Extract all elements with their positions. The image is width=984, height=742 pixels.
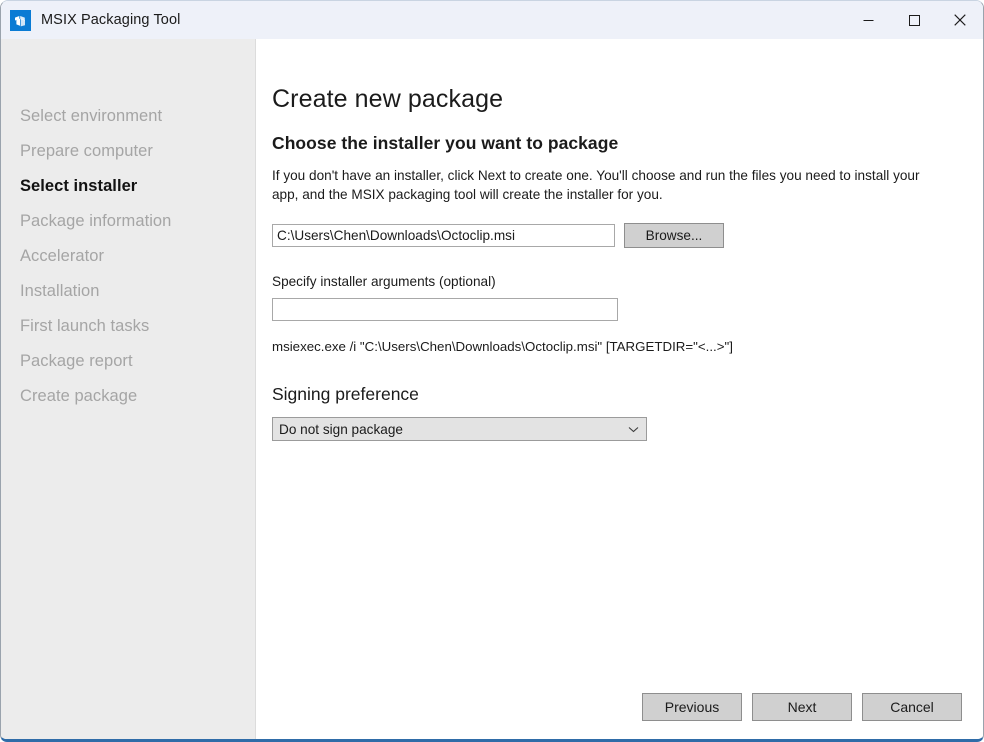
main-content: Create new package Choose the installer … bbox=[256, 39, 983, 739]
signing-preference-selected-value: Do not sign package bbox=[279, 421, 403, 437]
signing-preference-title: Signing preference bbox=[272, 384, 419, 404]
window-title: MSIX Packaging Tool bbox=[41, 12, 181, 28]
signing-preference-value-box[interactable]: Do not sign package bbox=[272, 417, 647, 441]
sidebar-item-select-environment[interactable]: Select environment bbox=[1, 99, 255, 134]
section-title: Choose the installer you want to package bbox=[272, 133, 619, 153]
sidebar-item-create-package[interactable]: Create package bbox=[1, 379, 255, 414]
sidebar-item-prepare-computer[interactable]: Prepare computer bbox=[1, 134, 255, 169]
previous-button[interactable]: Previous bbox=[642, 693, 742, 721]
title-bar-left: MSIX Packaging Tool bbox=[1, 9, 181, 31]
page-title: Create new package bbox=[272, 85, 504, 113]
installer-arguments-input[interactable] bbox=[272, 298, 618, 321]
window-controls bbox=[845, 1, 983, 39]
package-box-icon bbox=[10, 9, 31, 31]
installer-arguments-label: Specify installer arguments (optional) bbox=[272, 274, 496, 289]
cancel-button[interactable]: Cancel bbox=[862, 693, 962, 721]
footer-actions: Previous Next Cancel bbox=[272, 693, 963, 739]
sidebar-item-accelerator[interactable]: Accelerator bbox=[1, 239, 255, 274]
app-window: MSIX Packaging Tool Select environment P… bbox=[0, 0, 984, 742]
sidebar-item-select-installer[interactable]: Select installer bbox=[1, 169, 255, 204]
sidebar-item-first-launch-tasks[interactable]: First launch tasks bbox=[1, 309, 255, 344]
command-preview: msiexec.exe /i "C:\Users\Chen\Downloads\… bbox=[272, 339, 733, 354]
sidebar-item-package-report[interactable]: Package report bbox=[1, 344, 255, 379]
sidebar-nav: Select environment Prepare computer Sele… bbox=[1, 39, 256, 739]
installer-arguments-row bbox=[272, 289, 963, 321]
signing-preference-dropdown[interactable]: Do not sign package bbox=[272, 417, 647, 441]
installer-path-row: Browse... bbox=[272, 204, 963, 248]
window-body: Select environment Prepare computer Sele… bbox=[1, 39, 983, 739]
minimize-icon[interactable] bbox=[845, 1, 891, 39]
title-bar: MSIX Packaging Tool bbox=[1, 1, 983, 39]
section-description: If you don't have an installer, click Ne… bbox=[272, 168, 920, 202]
installer-path-input[interactable] bbox=[272, 224, 615, 247]
close-icon[interactable] bbox=[937, 1, 983, 39]
maximize-icon[interactable] bbox=[891, 1, 937, 39]
next-button[interactable]: Next bbox=[752, 693, 852, 721]
sidebar-item-installation[interactable]: Installation bbox=[1, 274, 255, 309]
browse-button[interactable]: Browse... bbox=[624, 223, 724, 248]
sidebar-item-package-information[interactable]: Package information bbox=[1, 204, 255, 239]
